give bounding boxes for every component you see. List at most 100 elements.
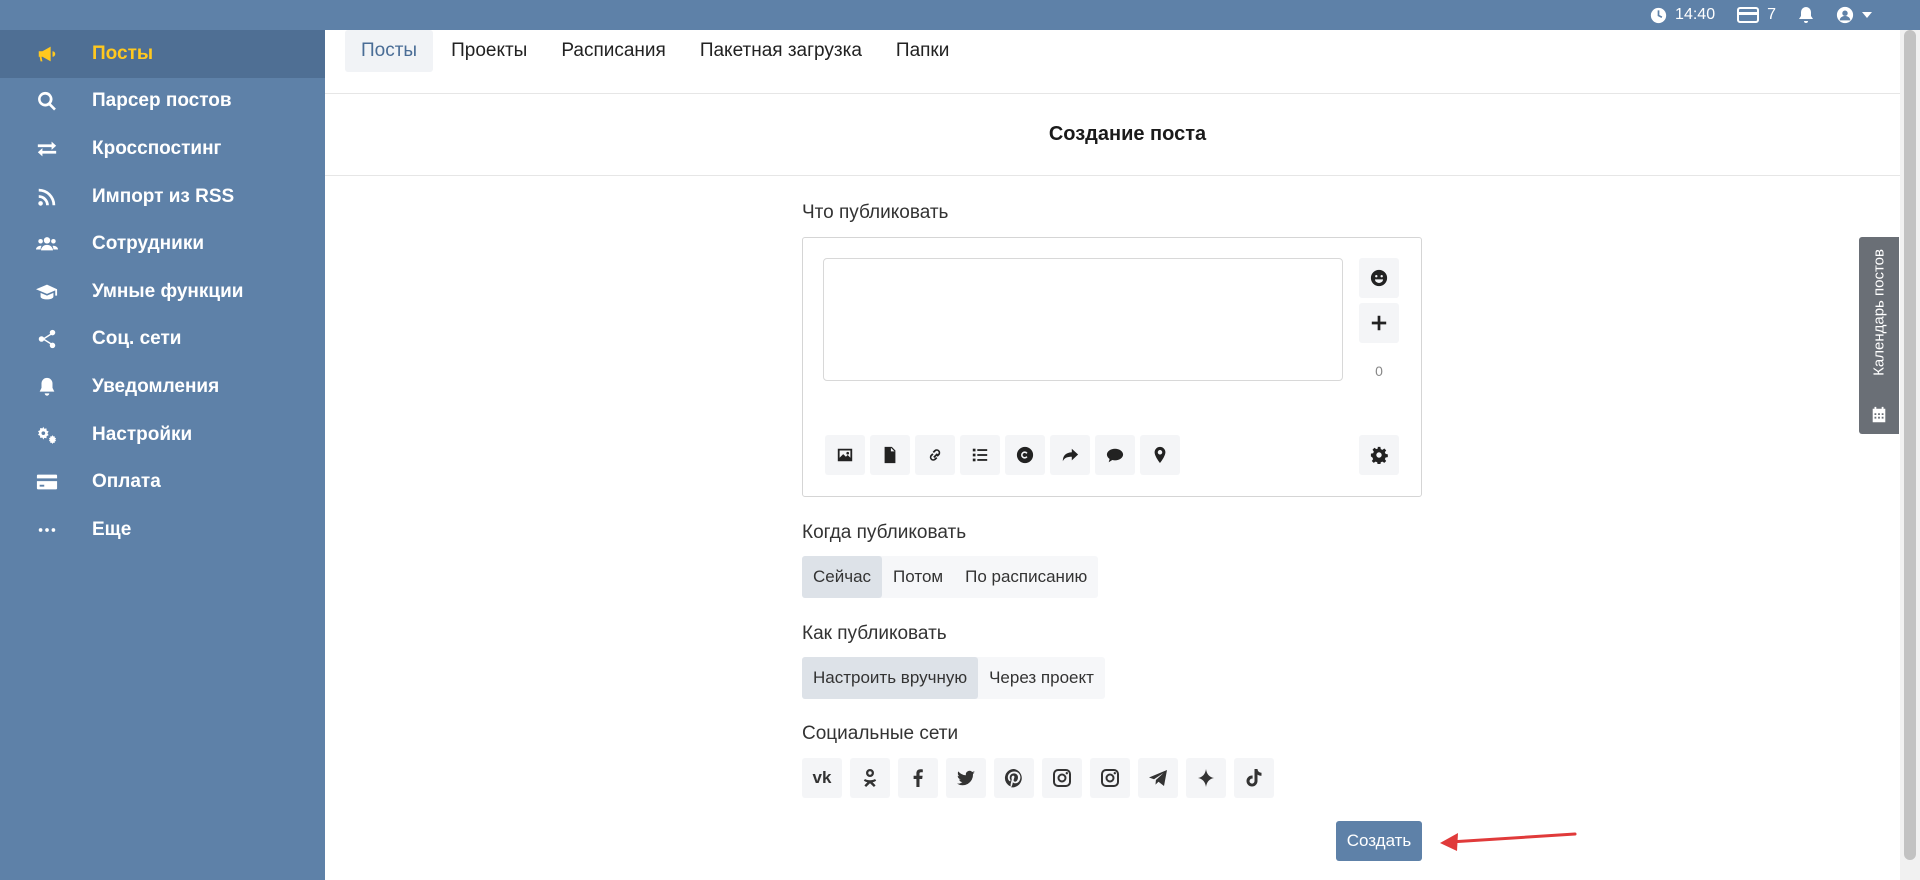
attach-image-button[interactable] (825, 435, 865, 475)
user-menu[interactable] (1836, 6, 1872, 24)
how-selector: Настроить вручную Через проект (802, 657, 1105, 699)
social-twitter-button[interactable] (946, 758, 986, 798)
image-icon (837, 448, 853, 462)
smile-icon (1370, 269, 1388, 287)
sidebar-item-label: Умные функции (92, 280, 244, 302)
sidebar-item-label: Сотрудники (92, 233, 205, 255)
social-sparkle-button[interactable] (1186, 758, 1226, 798)
emoji-button[interactable] (1359, 258, 1399, 298)
repost-button[interactable] (1050, 435, 1090, 475)
copyright-icon (1016, 446, 1034, 464)
poll-list-button[interactable] (960, 435, 1000, 475)
page-scrollbar[interactable] (1900, 30, 1920, 880)
file-icon (884, 446, 896, 464)
facebook-icon (913, 769, 923, 787)
how-label: Как публиковать (802, 623, 947, 644)
posts-calendar-tab[interactable]: Календарь постов (1859, 237, 1899, 434)
pinterest-icon (1004, 768, 1022, 788)
sidebar-item-posts[interactable]: Посты (0, 30, 325, 78)
sidebar-item-crossposting[interactable]: Кросспостинг (0, 125, 325, 173)
sidebar-item-label: Посты (92, 42, 154, 64)
sidebar: Посты Парсер постов Кросспостинг Импорт … (0, 30, 325, 880)
create-post-button[interactable]: Создать (1336, 821, 1422, 861)
cards-group[interactable]: 7 (1737, 6, 1776, 24)
time-text: 14:40 (1675, 6, 1716, 23)
calendar-tab-label: Календарь постов (1871, 249, 1888, 376)
social-telegram-button[interactable] (1138, 758, 1178, 798)
bell-icon[interactable] (1798, 6, 1814, 24)
sidebar-item-rss[interactable]: Импорт из RSS (0, 173, 325, 221)
sparkle-icon (1198, 769, 1214, 787)
clock-icon (1650, 7, 1667, 23)
share-icon (0, 328, 92, 350)
attach-link-button[interactable] (915, 435, 955, 475)
social-tiktok-button[interactable] (1234, 758, 1274, 798)
plus-icon (1371, 315, 1387, 331)
telegram-icon (1149, 770, 1167, 786)
tab-posts[interactable]: Посты (345, 30, 434, 72)
user-circle-icon (1836, 6, 1854, 24)
top-status: 14:40 7 (1650, 0, 1872, 30)
tab-projects[interactable]: Проекты (435, 30, 543, 72)
search-icon (0, 90, 92, 112)
social-pinterest-button[interactable] (994, 758, 1034, 798)
rss-icon (0, 186, 92, 208)
calendar-tab-text: Календарь постов (1870, 249, 1888, 376)
sidebar-item-parser[interactable]: Парсер постов (0, 78, 325, 126)
when-option-now[interactable]: Сейчас (802, 556, 883, 598)
sidebar-item-notifications[interactable]: Уведомления (0, 363, 325, 411)
when-option-later[interactable]: Потом (882, 556, 954, 598)
sidebar-item-label: Еще (92, 518, 132, 540)
social-vk-button[interactable]: vk (802, 758, 842, 798)
social-networks: vk (802, 758, 1274, 798)
tab-batch-upload[interactable]: Пакетная загрузка (684, 30, 878, 72)
how-option-manual[interactable]: Настроить вручную (802, 657, 979, 699)
list-icon (972, 448, 988, 462)
sidebar-item-smart[interactable]: Умные функции (0, 268, 325, 316)
sidebar-item-settings[interactable]: Настройки (0, 411, 325, 459)
social-odnoklassniki-button[interactable] (850, 758, 890, 798)
editor-settings-button[interactable] (1359, 435, 1399, 475)
tab-schedules[interactable]: Расписания (545, 30, 681, 72)
tab-folders[interactable]: Папки (880, 30, 965, 72)
sidebar-item-socials[interactable]: Соц. сети (0, 316, 325, 364)
sidebar-item-payment[interactable]: Оплата (0, 458, 325, 506)
red-arrow-annotation (1440, 832, 1577, 851)
instagram-business-icon (1101, 769, 1119, 787)
card-count: 7 (1767, 6, 1776, 23)
sidebar-item-more[interactable]: Еще (0, 506, 325, 554)
sidebar-item-employees[interactable]: Сотрудники (0, 220, 325, 268)
when-label: Когда публиковать (802, 522, 967, 543)
instagram-icon (1053, 769, 1071, 787)
social-facebook-button[interactable] (898, 758, 938, 798)
editor-label: Что публиковать (802, 202, 949, 223)
social-instagram-button[interactable] (1042, 758, 1082, 798)
copyright-button[interactable] (1005, 435, 1045, 475)
how-option-project[interactable]: Через проект (978, 657, 1105, 699)
comment-button[interactable] (1095, 435, 1135, 475)
exchange-icon (0, 138, 92, 160)
editor-toolbar (825, 435, 1180, 475)
ellipsis-icon (0, 519, 92, 541)
scrollbar-thumb[interactable] (1904, 30, 1916, 860)
socials-label: Социальные сети (802, 723, 959, 744)
bell-icon (0, 376, 92, 398)
sidebar-item-label: Парсер постов (92, 90, 232, 112)
caret-down-icon (1862, 12, 1872, 18)
add-button[interactable] (1359, 303, 1399, 343)
tiktok-icon (1246, 769, 1262, 787)
when-option-schedule[interactable]: По расписанию (954, 556, 1098, 598)
post-editor: 0 (802, 237, 1422, 497)
post-text-input[interactable] (823, 258, 1343, 381)
sidebar-item-label: Уведомления (92, 375, 220, 397)
social-instagram-business-button[interactable] (1090, 758, 1130, 798)
megaphone-icon (0, 43, 92, 65)
location-button[interactable] (1140, 435, 1180, 475)
top-bar: 14:40 7 (0, 0, 1920, 30)
sidebar-item-label: Настройки (92, 423, 193, 445)
when-selector: Сейчас Потом По расписанию (802, 556, 1099, 598)
attach-file-button[interactable] (870, 435, 910, 475)
credit-card-icon (0, 471, 92, 493)
vk-icon: vk (812, 768, 832, 787)
gears-icon (0, 424, 92, 446)
